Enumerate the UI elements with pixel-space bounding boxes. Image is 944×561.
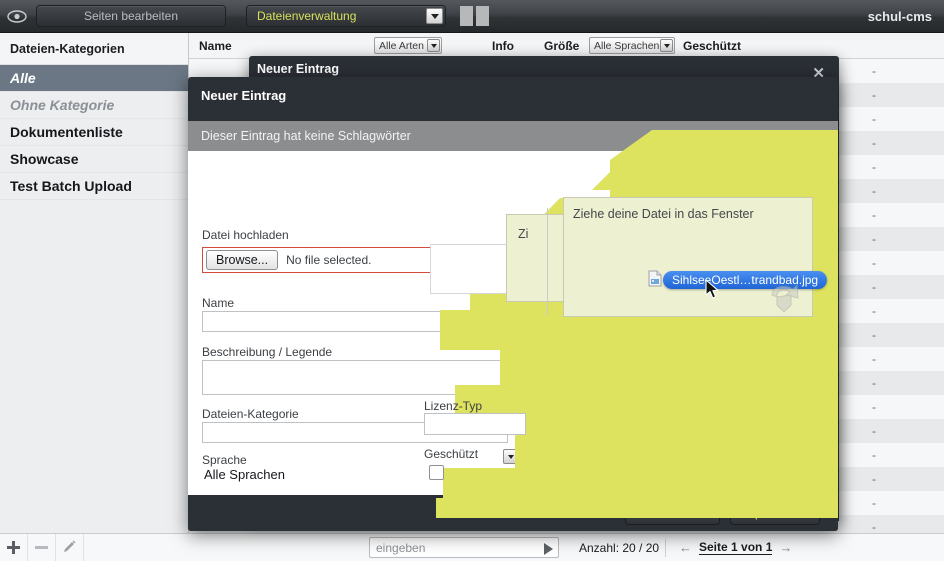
- sidebar-item-label: Showcase: [10, 151, 79, 167]
- panel-toggle-right-icon[interactable]: [476, 6, 489, 26]
- file-input-row[interactable]: Browse... No file selected.: [202, 247, 472, 273]
- prev-page-icon[interactable]: ←: [679, 540, 692, 555]
- language-field-label: Sprache: [202, 453, 247, 467]
- description-field-label: Beschreibung / Legende: [202, 345, 333, 359]
- cell-geschuetzt: -: [872, 376, 876, 390]
- chevron-down-icon[interactable]: [426, 8, 443, 24]
- cell-geschuetzt: -: [872, 208, 876, 222]
- browse-label: Browse...: [216, 253, 269, 267]
- sidebar-item-alle[interactable]: Alle: [0, 65, 188, 92]
- cell-geschuetzt: -: [872, 64, 876, 78]
- save-button[interactable]: Speichern: [729, 501, 820, 525]
- cell-geschuetzt: -: [872, 304, 876, 318]
- edit-pages-label: Seiten bearbeiten: [83, 9, 179, 23]
- remove-category-button[interactable]: [28, 533, 56, 561]
- cell-geschuetzt: -: [872, 520, 876, 533]
- category-field-label: Dateien-Kategorie: [202, 407, 299, 421]
- module-select[interactable]: Dateienverwaltung: [246, 5, 446, 27]
- sidebar-item-showcase[interactable]: Showcase: [0, 146, 188, 173]
- sidebar-item-label: Test Batch Upload: [10, 178, 132, 194]
- sidebar: Dateien-Kategorien Alle Ohne Kategorie D…: [0, 33, 189, 533]
- cell-geschuetzt: -: [872, 136, 876, 150]
- column-header-groesse[interactable]: Größe: [544, 39, 579, 53]
- record-count: Anzahl: 20 / 20: [579, 540, 660, 555]
- bottom-toolbar: eingeben Anzahl: 20 / 20 ← Seite 1 von 1…: [189, 533, 944, 561]
- cancel-button[interactable]: Abbrechen: [625, 501, 720, 525]
- cell-geschuetzt: -: [872, 112, 876, 126]
- upload-section-label: Datei hochladen: [202, 228, 289, 242]
- cell-geschuetzt: -: [872, 280, 876, 294]
- cell-geschuetzt: -: [872, 328, 876, 342]
- filter-art-value: Alle Arten: [379, 39, 424, 52]
- top-toolbar: Seiten bearbeiten Dateienverwaltung schu…: [0, 0, 944, 33]
- sidebar-item-dokumentenliste[interactable]: Dokumentenliste: [0, 119, 188, 146]
- dialog-body: Datei hochladen Browse... No file select…: [188, 151, 838, 531]
- dialog-title: Neuer Eintrag: [201, 88, 287, 103]
- pagination: ← Seite 1 von 1 →: [679, 540, 792, 555]
- cell-geschuetzt: -: [872, 400, 876, 414]
- category-field[interactable]: [202, 422, 508, 443]
- dialog-footer: Abbrechen Speichern: [188, 495, 838, 531]
- cell-geschuetzt: -: [872, 184, 876, 198]
- divider: [665, 539, 666, 557]
- cell-geschuetzt: -: [872, 448, 876, 462]
- cell-geschuetzt: -: [872, 256, 876, 270]
- preview-eye-icon[interactable]: [0, 0, 34, 33]
- panel-toggle-group[interactable]: [460, 6, 489, 26]
- cell-geschuetzt: -: [872, 424, 876, 438]
- cell-geschuetzt: -: [872, 160, 876, 174]
- edit-pages-button[interactable]: Seiten bearbeiten: [36, 5, 226, 27]
- panel-toggle-left-icon[interactable]: [460, 6, 473, 26]
- chevron-down-icon[interactable]: [427, 39, 440, 52]
- chevron-down-icon[interactable]: [660, 39, 673, 52]
- language-field-value: Alle Sprachen: [204, 467, 285, 482]
- no-file-selected-text: No file selected.: [286, 253, 372, 267]
- sidebar-footer-toolbar: [0, 533, 189, 561]
- name-field[interactable]: [202, 311, 468, 332]
- column-header-info[interactable]: Info: [492, 39, 514, 53]
- sidebar-item-label: Alle: [10, 70, 36, 86]
- sidebar-item-ohne-kategorie[interactable]: Ohne Kategorie: [0, 92, 188, 119]
- sidebar-empty-space: [0, 200, 188, 520]
- name-field-label: Name: [202, 296, 235, 310]
- add-category-button[interactable]: [0, 533, 28, 561]
- cell-geschuetzt: -: [872, 496, 876, 510]
- filter-sprache-value: Alle Sprachen: [594, 39, 660, 52]
- search-input[interactable]: eingeben: [369, 537, 559, 558]
- search-go-icon[interactable]: [544, 543, 553, 555]
- column-header-name[interactable]: Name: [199, 39, 232, 53]
- cell-geschuetzt: -: [872, 472, 876, 486]
- save-label: Speichern: [746, 506, 803, 520]
- category-dropdown-chevron-down-icon[interactable]: [503, 403, 518, 418]
- tag-notice-label: Dieser Eintrag hat keine Schlagwörter: [201, 129, 411, 143]
- filter-art-select[interactable]: Alle Arten: [374, 37, 442, 54]
- filter-sprache-select[interactable]: Alle Sprachen: [589, 37, 675, 54]
- sidebar-item-label: Dokumentenliste: [10, 124, 123, 140]
- dialog-tag-notice: Dieser Eintrag hat keine Schlagwörter: [188, 121, 838, 151]
- new-entry-dialog: Neuer Eintrag Dieser Eintrag hat keine S…: [188, 77, 838, 531]
- column-header-geschuetzt[interactable]: Geschützt: [683, 39, 741, 53]
- search-placeholder: eingeben: [376, 540, 426, 555]
- dialog-behind-title: Neuer Eintrag: [257, 62, 339, 76]
- description-field[interactable]: [202, 360, 527, 395]
- next-page-icon[interactable]: →: [779, 540, 792, 555]
- dialog-header: Neuer Eintrag: [188, 77, 838, 121]
- sidebar-item-test-batch-upload[interactable]: Test Batch Upload: [0, 173, 188, 200]
- module-select-value: Dateienverwaltung: [257, 9, 357, 23]
- cancel-label: Abbrechen: [642, 506, 703, 520]
- page-indicator: Seite 1 von 1: [699, 540, 773, 555]
- sidebar-title: Dateien-Kategorien: [0, 33, 188, 65]
- brand-title: schul-cms: [867, 8, 932, 24]
- language-dropdown-chevron-down-icon[interactable]: [503, 449, 518, 464]
- cell-geschuetzt: -: [872, 232, 876, 246]
- sidebar-item-label: Ohne Kategorie: [10, 97, 115, 113]
- upload-button[interactable]: Hochladen: [476, 248, 560, 273]
- browse-button[interactable]: Browse...: [206, 250, 279, 270]
- edit-category-button[interactable]: [56, 533, 84, 561]
- cell-geschuetzt: -: [872, 352, 876, 366]
- upload-button-label: Hochladen: [488, 253, 548, 268]
- app-root: Seiten bearbeiten Dateienverwaltung schu…: [0, 0, 944, 561]
- cell-geschuetzt: -: [872, 88, 876, 102]
- resize-grip-icon[interactable]: [512, 380, 524, 392]
